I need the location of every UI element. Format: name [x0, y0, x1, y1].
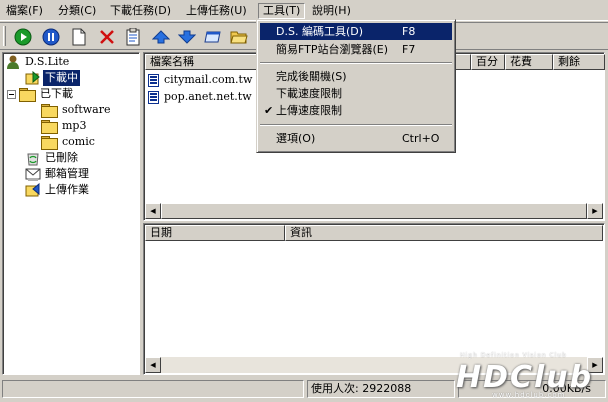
- window-icon[interactable]: [202, 26, 224, 48]
- play-icon[interactable]: [12, 26, 34, 48]
- watermark-tagline: High Definition Vision Club: [460, 352, 567, 359]
- horizontal-scrollbar[interactable]: ◀ ▶: [145, 203, 603, 219]
- pause-icon[interactable]: [40, 26, 62, 48]
- menu-item-label: 完成後關機(S): [276, 70, 347, 83]
- tree-item-label: comic: [62, 135, 95, 148]
- menu-item-label: 上傳速度限制: [276, 104, 342, 117]
- download-arrow-icon: [25, 70, 40, 85]
- task-name: pop.anet.net.tw: [164, 90, 252, 103]
- tree-item-downloaded[interactable]: 已下載: [7, 86, 75, 102]
- tools-menu: D.S. 編碼工具(D) F8 簡易FTP站台瀏覽器(E) F7 完成後關機(S…: [256, 19, 456, 153]
- status-pane-main: [2, 380, 304, 398]
- menu-item-shortcut: Ctrl+O: [402, 132, 440, 145]
- column-elapsed[interactable]: 花費: [505, 54, 553, 70]
- watermark-url: www.hdclub.com: [492, 391, 566, 399]
- menu-upload-tasks[interactable]: 上傳任務(U): [182, 3, 251, 19]
- collapse-icon[interactable]: [7, 89, 16, 99]
- tree-root-label: D.S.Lite: [25, 55, 70, 68]
- scroll-left-icon[interactable]: ◀: [145, 357, 161, 373]
- menu-item-label: 選項(O): [276, 132, 316, 145]
- menu-separator: [260, 124, 452, 126]
- menu-item-shortcut: F7: [402, 43, 416, 56]
- app-icon: [7, 55, 19, 69]
- mailbox-icon: [25, 168, 41, 181]
- tree-item-label: 上傳作業: [45, 183, 89, 196]
- upload-icon: [25, 182, 40, 197]
- folder-icon: [41, 120, 58, 134]
- recycle-bin-icon: [27, 153, 39, 166]
- tree-item-software[interactable]: software: [41, 102, 113, 118]
- menu-item-shortcut: F8: [402, 25, 416, 38]
- folder-icon: [41, 136, 58, 150]
- menu-item-label: 簡易FTP站台瀏覽器(E): [276, 43, 389, 56]
- status-users: 使用人次: 2922088: [307, 380, 455, 398]
- scroll-thumb[interactable]: [161, 203, 587, 219]
- properties-icon[interactable]: [122, 26, 144, 48]
- move-up-icon[interactable]: [150, 26, 172, 48]
- category-tree[interactable]: D.S.Lite 下載中 已下載 software mp3 comic 已刪除 …: [2, 52, 140, 375]
- menu-separator: [260, 62, 452, 64]
- tree-item-mailbox[interactable]: 郵箱管理: [25, 166, 91, 182]
- column-remaining[interactable]: 剩餘: [553, 54, 605, 70]
- menu-file[interactable]: 檔案(F): [2, 3, 47, 19]
- menu-download-tasks[interactable]: 下載任務(D): [106, 3, 175, 19]
- tree-item-upload[interactable]: 上傳作業: [25, 182, 91, 198]
- new-file-icon[interactable]: [68, 26, 90, 48]
- task-name: citymail.com.tw: [164, 73, 253, 86]
- menu-bar: 檔案(F) 分類(C) 下載任務(D) 上傳任務(U) 工具(T) 說明(H): [0, 0, 608, 21]
- tree-item-deleted[interactable]: 已刪除: [25, 150, 80, 166]
- tree-item-label: 下載中: [43, 70, 80, 86]
- column-percent[interactable]: 百分: [471, 54, 505, 70]
- table-row[interactable]: pop.anet.net.tw: [148, 89, 252, 105]
- menu-tools[interactable]: 工具(T): [258, 3, 306, 19]
- menu-item-encoding-tool[interactable]: D.S. 編碼工具(D) F8: [260, 23, 452, 40]
- column-date[interactable]: 日期: [145, 225, 285, 241]
- menu-item-options[interactable]: 選項(O) Ctrl+O: [260, 130, 452, 147]
- folder-icon: [41, 104, 58, 118]
- log-list-header: 日期 資訊: [145, 225, 603, 241]
- move-down-icon[interactable]: [176, 26, 198, 48]
- tree-item-label: 已下載: [40, 87, 73, 100]
- watermark: High Definition Vision Club HDClub www.h…: [452, 352, 606, 400]
- tree-item-label: software: [62, 103, 111, 116]
- toolbar-grip[interactable]: [3, 26, 6, 46]
- open-folder-icon[interactable]: [228, 26, 250, 48]
- document-icon: [148, 90, 159, 104]
- scroll-left-icon[interactable]: ◀: [145, 203, 161, 219]
- menu-item-label: D.S. 編碼工具(D): [276, 25, 363, 38]
- tree-item-downloading[interactable]: 下載中: [25, 70, 80, 86]
- tree-item-label: mp3: [62, 119, 87, 132]
- delete-icon[interactable]: [96, 26, 118, 48]
- menu-category[interactable]: 分類(C): [54, 3, 100, 19]
- watermark-logo: HDClub: [456, 360, 594, 395]
- menu-item-ftp-browser[interactable]: 簡易FTP站台瀏覽器(E) F7: [260, 41, 452, 58]
- menu-item-shutdown[interactable]: 完成後關機(S): [260, 68, 452, 85]
- menu-item-upload-limit[interactable]: ✔ 上傳速度限制: [260, 102, 452, 119]
- document-icon: [148, 73, 159, 87]
- tree-item-comic[interactable]: comic: [41, 134, 97, 150]
- column-info[interactable]: 資訊: [285, 225, 603, 241]
- menu-help[interactable]: 說明(H): [308, 3, 355, 19]
- tree-root[interactable]: D.S.Lite: [5, 54, 71, 70]
- tree-item-label: 已刪除: [45, 151, 78, 164]
- table-row[interactable]: citymail.com.tw: [148, 72, 252, 88]
- checkmark-icon: ✔: [264, 104, 274, 117]
- folder-open-icon: [19, 88, 36, 102]
- tree-item-mp3[interactable]: mp3: [41, 118, 88, 134]
- tree-item-label: 郵箱管理: [45, 167, 89, 180]
- scroll-right-icon[interactable]: ▶: [587, 203, 603, 219]
- menu-item-label: 下載速度限制: [276, 87, 342, 100]
- menu-item-download-limit[interactable]: 下載速度限制: [260, 85, 452, 102]
